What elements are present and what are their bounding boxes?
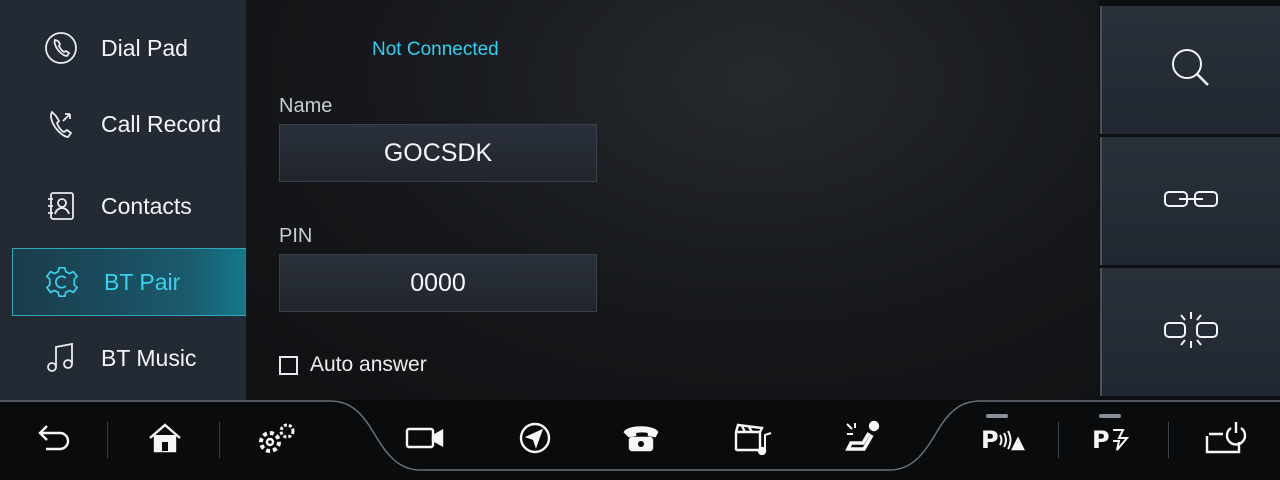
settings-button[interactable] (249, 410, 305, 470)
media-button[interactable] (725, 410, 781, 470)
search-button[interactable] (1100, 6, 1280, 134)
parking-assist-icon: P (1090, 421, 1136, 460)
svg-text:P: P (1092, 426, 1110, 454)
sidebar-item-contacts[interactable]: Contacts (12, 172, 246, 240)
media-icon (733, 421, 773, 460)
device-name-field[interactable]: GOCSDK (279, 124, 597, 182)
checkbox-box[interactable] (279, 355, 298, 375)
pin-field[interactable]: 0000 (279, 254, 597, 312)
settings-gear-icon (45, 265, 79, 299)
sidebar-item-bt-music[interactable]: BT Music (12, 324, 246, 392)
camera-icon (405, 426, 445, 455)
name-label: Name (279, 95, 333, 117)
call-record-icon (44, 107, 78, 141)
bottom-navigation-bar: P P (0, 400, 1280, 480)
seat-icon (843, 420, 883, 461)
search-icon (1168, 45, 1214, 96)
navigation-icon (518, 421, 552, 460)
settings-icon (256, 421, 298, 460)
sidebar-item-dial-pad[interactable]: Dial Pad (12, 14, 246, 82)
auto-answer-checkbox[interactable]: Auto answer (279, 353, 427, 377)
sidebar-item-label: Call Record (101, 110, 222, 137)
pin-label: PIN (279, 225, 313, 247)
sidebar-item-label: BT Pair (104, 268, 181, 295)
connection-status: Not Connected (372, 39, 499, 60)
home-button[interactable] (137, 410, 193, 470)
sidebar-item-label: Dial Pad (101, 34, 188, 61)
sidebar-item-label: Contacts (101, 192, 192, 219)
phone-icon (44, 31, 78, 65)
parking-assist-button[interactable]: P (1085, 410, 1141, 470)
camera-button[interactable] (397, 410, 453, 470)
parking-sensor-button[interactable]: P (975, 410, 1031, 470)
navigation-button[interactable] (507, 410, 563, 470)
sidebar: Dial Pad Call Record Contacts BT Pair BT… (0, 0, 246, 400)
sidebar-item-call-record[interactable]: Call Record (12, 90, 246, 158)
power-icon (1203, 420, 1247, 461)
parking-sensor-icon: P (979, 421, 1027, 460)
back-button[interactable] (26, 410, 82, 470)
connect-button[interactable] (1100, 137, 1280, 265)
auto-answer-label: Auto answer (310, 353, 427, 376)
sidebar-item-label: BT Music (101, 344, 197, 371)
power-button[interactable] (1197, 410, 1253, 470)
disconnect-link-icon (1163, 310, 1219, 355)
connect-link-icon (1163, 187, 1219, 216)
disconnect-button[interactable] (1100, 268, 1280, 396)
bt-pair-panel: Not Connected Name GOCSDK PIN 0000 Auto … (246, 0, 1099, 400)
contacts-icon (44, 189, 78, 223)
back-icon (36, 423, 72, 458)
phone-icon (622, 423, 660, 458)
svg-text:P: P (981, 426, 999, 454)
phone-button[interactable] (613, 410, 669, 470)
home-icon (148, 422, 182, 458)
music-note-icon (44, 341, 78, 375)
seat-button[interactable] (835, 410, 891, 470)
sidebar-item-bt-pair[interactable]: BT Pair (12, 248, 246, 316)
